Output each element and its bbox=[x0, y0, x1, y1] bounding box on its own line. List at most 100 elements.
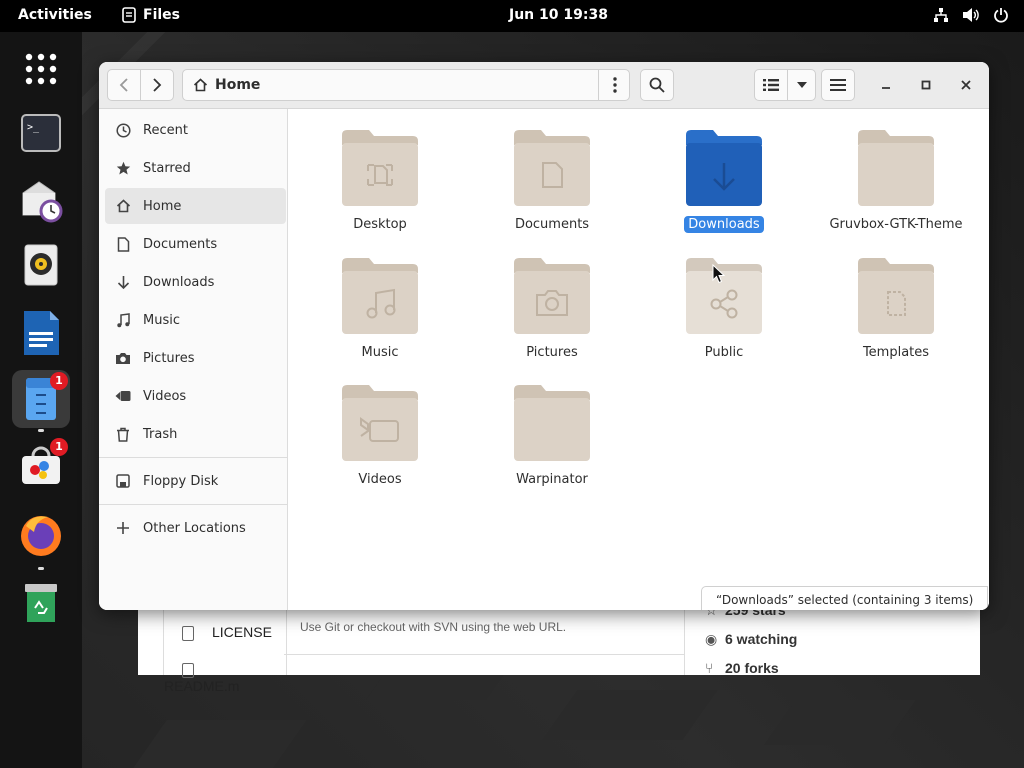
rhythmbox-icon[interactable] bbox=[12, 236, 70, 294]
camera-icon bbox=[113, 351, 133, 365]
search-button[interactable] bbox=[640, 69, 674, 101]
view-options-button[interactable] bbox=[787, 69, 816, 101]
trash-icon[interactable] bbox=[12, 574, 70, 632]
sidebar-item-recent[interactable]: Recent bbox=[105, 112, 286, 148]
files-window: Home Recent Starred Home Documents Downl… bbox=[99, 62, 989, 610]
clock[interactable]: Jun 10 19:38 bbox=[509, 7, 608, 23]
trash-icon bbox=[113, 427, 133, 442]
file-icon bbox=[182, 662, 194, 678]
volume-icon[interactable] bbox=[962, 7, 980, 25]
folder-item-desktop[interactable]: Desktop bbox=[294, 129, 466, 251]
folder-item-downloads[interactable]: Downloads bbox=[638, 129, 810, 251]
folder-icon bbox=[514, 130, 590, 206]
sidebar-item-pictures[interactable]: Pictures bbox=[105, 340, 286, 376]
files-app-icon bbox=[122, 7, 136, 23]
sidebar-item-starred[interactable]: Starred bbox=[105, 150, 286, 186]
sidebar-item-home[interactable]: Home bbox=[105, 188, 286, 224]
notification-badge: 1 bbox=[50, 438, 68, 456]
folder-item-templates[interactable]: Templates bbox=[810, 257, 982, 379]
mail-clock-icon[interactable] bbox=[12, 172, 70, 230]
list-view-button[interactable] bbox=[754, 69, 788, 101]
terminal-icon[interactable]: >_ bbox=[12, 104, 70, 162]
sidebar-item-music[interactable]: Music bbox=[105, 302, 286, 338]
sidebar-item-downloads[interactable]: Downloads bbox=[105, 264, 286, 300]
power-icon[interactable] bbox=[992, 7, 1010, 25]
main-menu-button[interactable] bbox=[821, 69, 855, 101]
folder-item-videos[interactable]: Videos bbox=[294, 384, 466, 506]
folder-label: Downloads bbox=[684, 216, 764, 233]
repo-stats: ☆ 259 stars ◉ 6 watching ⑂ 20 forks bbox=[684, 602, 981, 676]
folder-item-gruvbox-gtk-theme[interactable]: Gruvbox-GTK-Theme bbox=[810, 129, 982, 251]
watching-stat[interactable]: ◉ 6 watching bbox=[705, 631, 797, 648]
notification-badge: 1 bbox=[50, 372, 68, 390]
folder-icon bbox=[686, 130, 762, 206]
folder-icon bbox=[858, 258, 934, 334]
firefox-icon[interactable] bbox=[12, 506, 70, 570]
app-grid-icon[interactable] bbox=[12, 40, 70, 98]
sidebar-divider bbox=[99, 457, 287, 458]
kebab-menu-icon bbox=[612, 77, 617, 93]
software-icon[interactable]: 1 bbox=[12, 436, 70, 494]
sidebar-item-label: Starred bbox=[143, 160, 191, 176]
hamburger-menu-icon bbox=[830, 79, 846, 91]
search-icon bbox=[649, 77, 665, 93]
background-browser-window[interactable]: LICENSE README.m Use Git or checkout wit… bbox=[138, 602, 981, 694]
sidebar-item-documents[interactable]: Documents bbox=[105, 226, 286, 262]
folder-item-pictures[interactable]: Pictures bbox=[466, 257, 638, 379]
folder-icon bbox=[514, 258, 590, 334]
path-current[interactable]: Home bbox=[215, 77, 260, 93]
sidebar-item-label: Downloads bbox=[143, 274, 215, 290]
app-name: Files bbox=[143, 7, 180, 23]
close-button[interactable] bbox=[955, 74, 977, 96]
clone-hint: Use Git or checkout with SVN using the w… bbox=[300, 620, 567, 634]
close-icon bbox=[961, 80, 971, 90]
sidebar-item-videos[interactable]: Videos bbox=[105, 378, 286, 414]
plus-icon bbox=[113, 521, 133, 535]
sidebar-item-label: Trash bbox=[143, 426, 178, 442]
sidebar-item-other-locations[interactable]: Other Locations bbox=[105, 510, 286, 546]
home-icon bbox=[113, 199, 133, 213]
path-menu-button[interactable] bbox=[598, 69, 630, 101]
maximize-button[interactable] bbox=[915, 74, 937, 96]
star-icon bbox=[113, 161, 133, 176]
folder-icon bbox=[342, 385, 418, 461]
places-sidebar: Recent Starred Home Documents Downloads … bbox=[99, 109, 288, 610]
forks-stat[interactable]: ⑂ 20 forks bbox=[705, 660, 779, 676]
files-icon[interactable]: 1 bbox=[12, 370, 70, 432]
writer-icon[interactable] bbox=[12, 304, 70, 362]
download-icon bbox=[113, 275, 133, 290]
home-icon bbox=[193, 78, 208, 92]
svg-text:>_: >_ bbox=[27, 122, 40, 133]
maximize-icon bbox=[921, 80, 931, 90]
folder-label: Pictures bbox=[526, 345, 578, 360]
folder-icon bbox=[858, 130, 934, 206]
clock-icon bbox=[113, 122, 133, 138]
sidebar-item-trash[interactable]: Trash bbox=[105, 416, 286, 452]
activities-button[interactable]: Activities bbox=[18, 7, 92, 23]
minimize-button[interactable] bbox=[875, 74, 897, 96]
music-icon bbox=[113, 312, 133, 328]
sidebar-item-floppy-disk[interactable]: Floppy Disk bbox=[105, 463, 286, 499]
folder-item-music[interactable]: Music bbox=[294, 257, 466, 379]
back-button[interactable] bbox=[107, 69, 141, 101]
path-bar[interactable]: Home bbox=[182, 69, 630, 101]
file-row[interactable]: LICENSE bbox=[164, 624, 285, 641]
folder-item-documents[interactable]: Documents bbox=[466, 129, 638, 251]
sidebar-item-label: Recent bbox=[143, 122, 188, 138]
folder-grid: Desktop Documents Downloads Gruvbox-GTK-… bbox=[288, 109, 989, 610]
network-icon[interactable] bbox=[932, 7, 950, 25]
folder-label: Templates bbox=[862, 345, 930, 360]
app-menu[interactable]: Files bbox=[121, 7, 180, 23]
sidebar-item-label: Home bbox=[143, 198, 182, 214]
folder-label: Documents bbox=[514, 217, 590, 232]
folder-item-warpinator[interactable]: Warpinator bbox=[466, 384, 638, 506]
list-view-icon bbox=[763, 79, 779, 91]
sidebar-item-label: Pictures bbox=[143, 350, 195, 366]
folder-label: Warpinator bbox=[516, 472, 588, 487]
file-list: LICENSE README.m bbox=[163, 610, 287, 694]
forward-button[interactable] bbox=[140, 69, 174, 101]
system-tray[interactable] bbox=[932, 7, 1010, 25]
header-bar: Home bbox=[99, 62, 989, 109]
folder-label: Music bbox=[361, 345, 399, 360]
file-row[interactable]: README.m bbox=[164, 661, 285, 694]
